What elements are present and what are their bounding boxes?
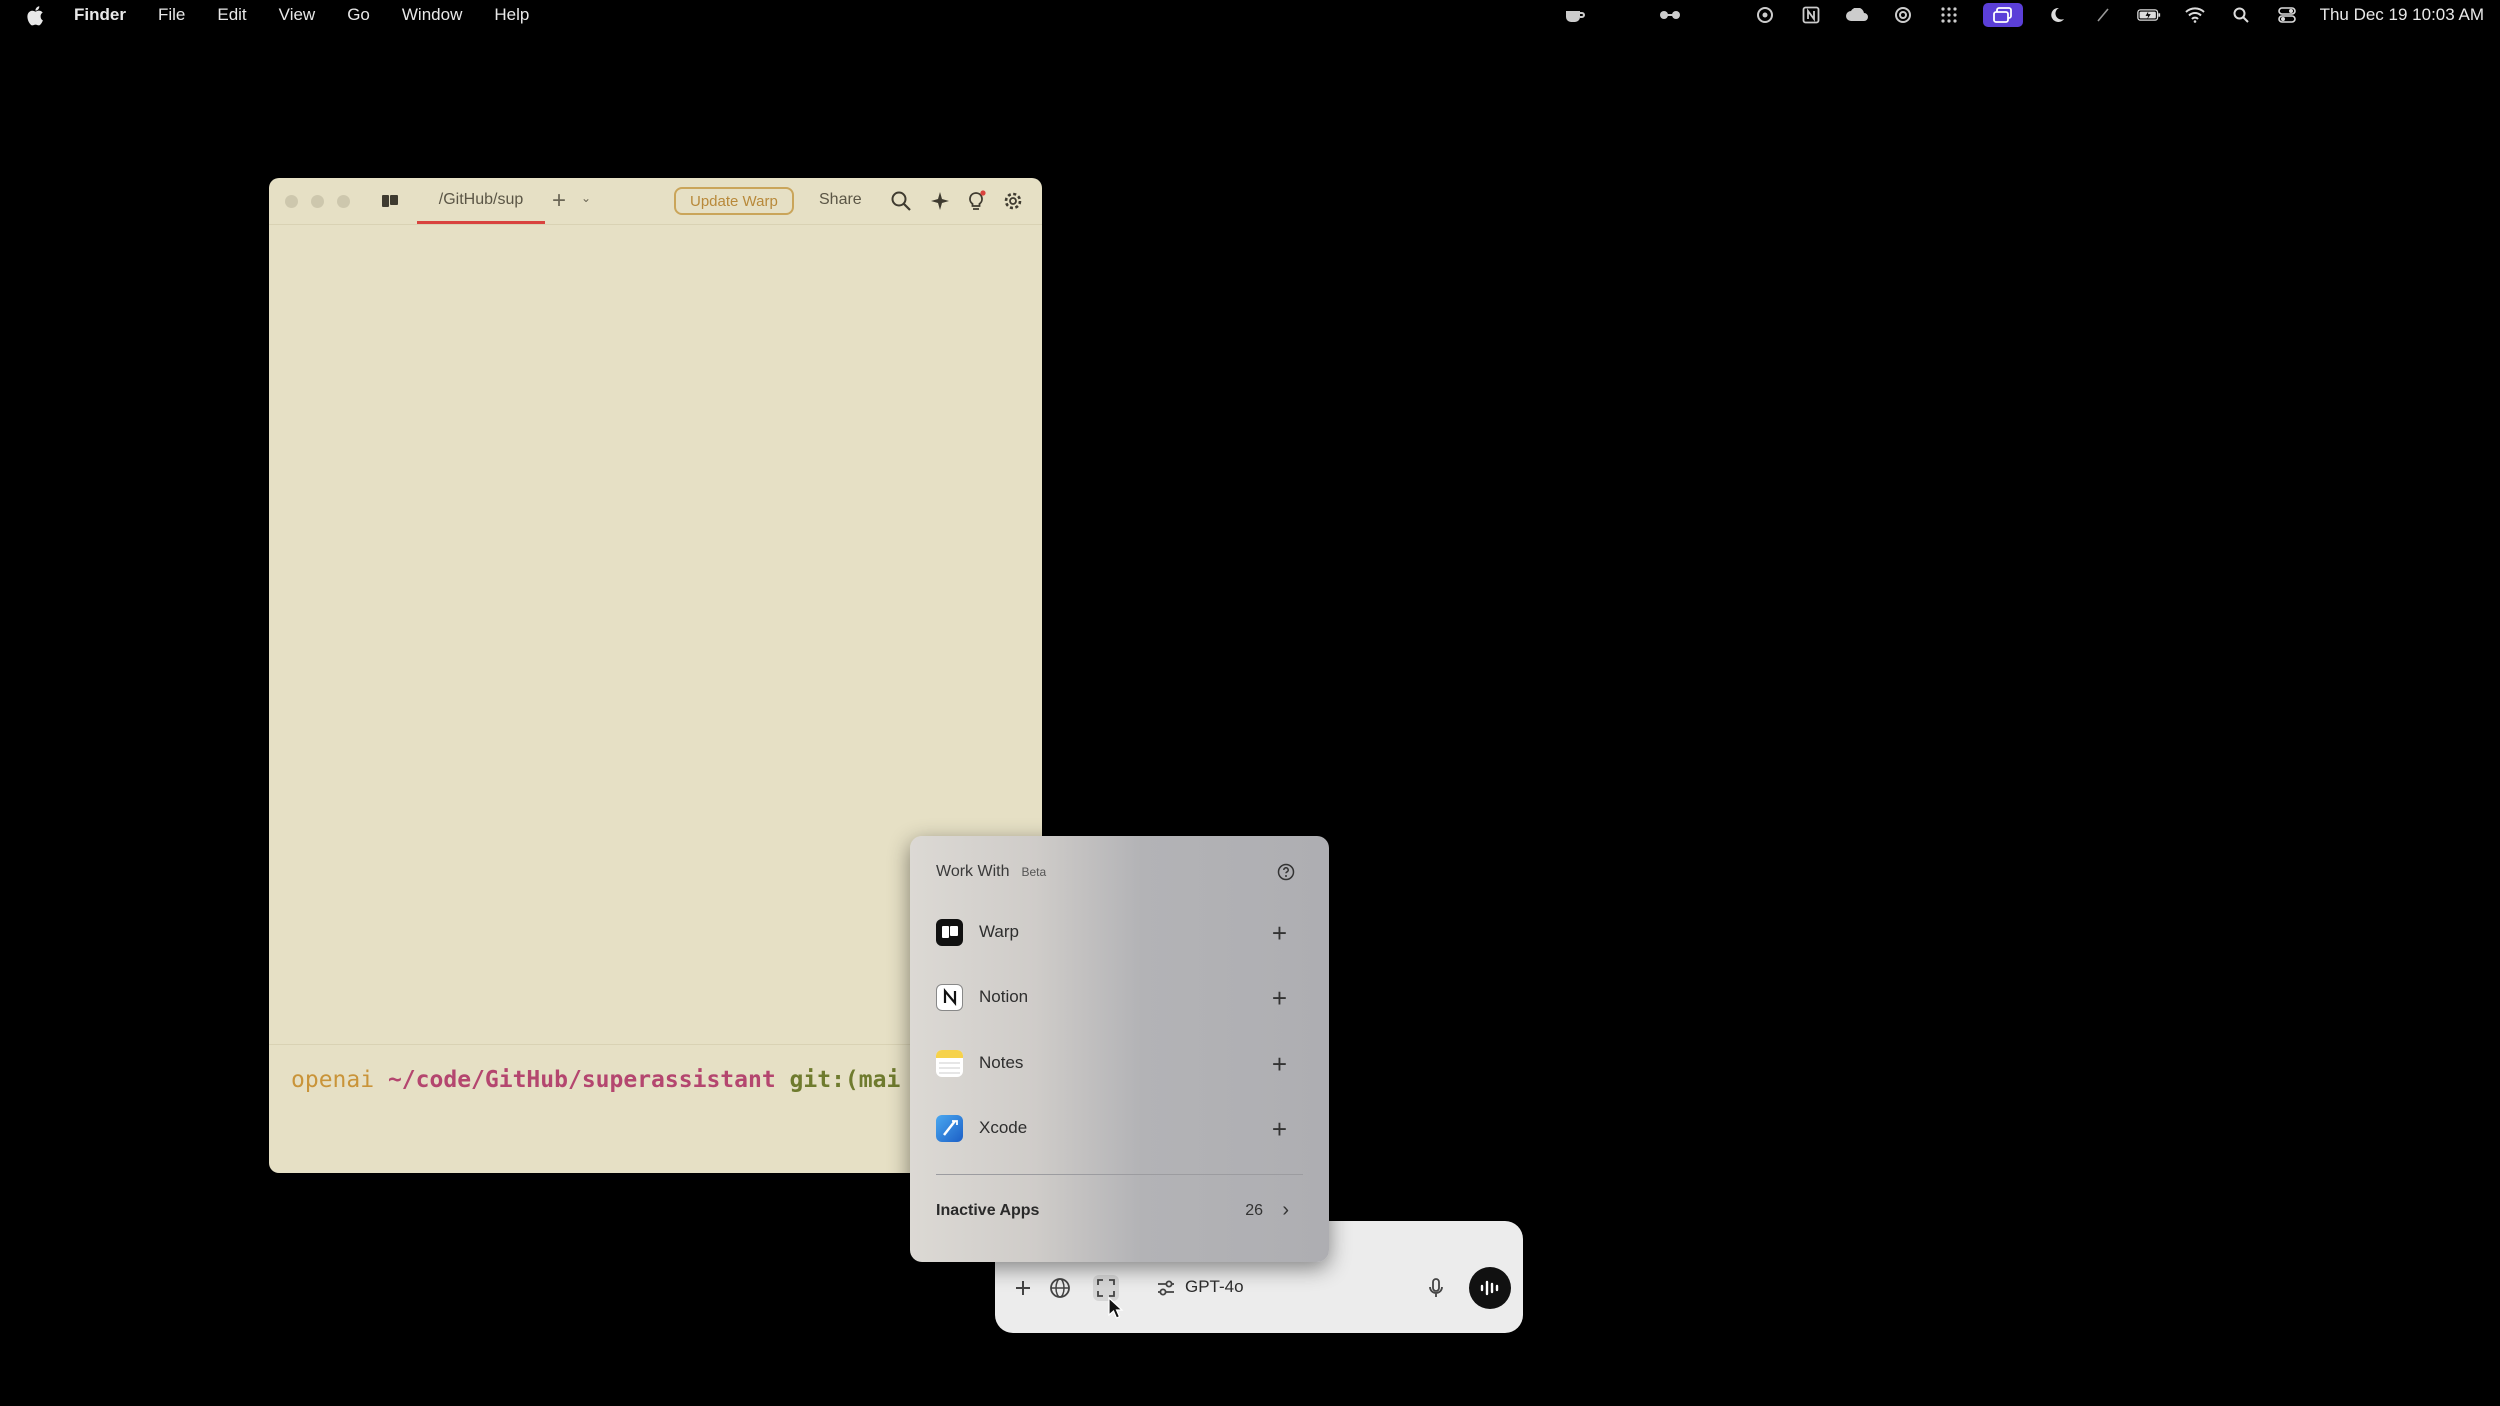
search-icon[interactable] [890, 190, 912, 212]
prompt-git-branch: git:(mai [789, 1067, 901, 1093]
lightbulb-icon[interactable] [965, 190, 987, 212]
add-notes-button[interactable]: + [1272, 1049, 1287, 1080]
add-xcode-button[interactable]: + [1272, 1114, 1287, 1145]
app-row-notes[interactable]: Notes + [936, 1043, 1301, 1083]
tab-title: /GitHub/sup [438, 190, 524, 208]
menu-bar: Finder File Edit View Go Window Help Thu… [0, 0, 2500, 30]
battery-icon[interactable] [2136, 5, 2161, 25]
menu-edit[interactable]: Edit [217, 5, 246, 25]
slash-icon[interactable] [2091, 5, 2115, 25]
update-warp-button[interactable]: Update Warp [674, 187, 794, 215]
at-sign-icon[interactable] [1891, 5, 1915, 25]
moon-icon[interactable] [2045, 5, 2069, 25]
screen-mirroring-icon[interactable] [1982, 3, 2023, 27]
new-tab-button[interactable]: + [552, 187, 566, 215]
microphone-icon[interactable] [1423, 1275, 1449, 1301]
warp-icon [936, 918, 963, 946]
work-with-popover: Work With Beta Warp + Notion + Notes + X… [910, 836, 1329, 1262]
status-area: Thu Dec 19 10:03 AM [1552, 0, 2500, 30]
app-name: Notes [979, 1053, 1024, 1072]
app-name: Warp [979, 922, 1019, 941]
inactive-apps-link[interactable]: Inactive Apps [936, 1202, 1039, 1220]
inactive-apps-count: 26 [1245, 1202, 1263, 1219]
warp-drive-icon[interactable] [381, 193, 399, 209]
menu-help[interactable]: Help [494, 5, 529, 25]
close-button[interactable] [285, 194, 298, 208]
prompt-user: openai [291, 1067, 375, 1093]
popover-header: Work With Beta [936, 863, 1046, 881]
app-name: Xcode [979, 1118, 1028, 1137]
apple-menu-icon[interactable] [26, 4, 46, 26]
chevron-down-icon[interactable]: ⌄ [581, 191, 591, 205]
menu-go[interactable]: Go [347, 5, 370, 25]
xcode-icon [936, 1114, 963, 1142]
model-settings-icon[interactable] [1153, 1275, 1179, 1301]
shell-prompt: openai ~/code/GitHub/superassistant git:… [291, 1067, 900, 1093]
control-center-icon[interactable] [2275, 5, 2299, 25]
mouse-cursor-icon [1108, 1296, 1124, 1324]
notes-icon [936, 1049, 963, 1077]
sparkle-ai-icon[interactable] [929, 190, 951, 212]
app-row-warp[interactable]: Warp + [936, 912, 1301, 952]
coffee-icon[interactable] [1563, 5, 1587, 25]
globe-icon[interactable] [1047, 1275, 1073, 1301]
add-warp-button[interactable]: + [1272, 918, 1287, 949]
app-row-xcode[interactable]: Xcode + [936, 1108, 1301, 1148]
tab-current[interactable]: /GitHub/sup [417, 178, 545, 224]
menu-clock[interactable]: Thu Dec 19 10:03 AM [2320, 5, 2484, 25]
add-attachment-button[interactable] [1010, 1275, 1036, 1301]
search-icon[interactable] [2229, 5, 2253, 25]
cloud-icon[interactable] [1845, 5, 1869, 25]
window-controls [285, 194, 363, 208]
beta-badge: Beta [1021, 865, 1047, 879]
wifi-icon[interactable] [2183, 5, 2207, 25]
chevron-right-icon[interactable]: › [1282, 1199, 1289, 1222]
grid-icon[interactable] [1937, 5, 1961, 25]
menu-file[interactable]: File [158, 5, 185, 25]
voice-mode-button[interactable] [1469, 1267, 1511, 1309]
menu-window[interactable]: Window [402, 5, 462, 25]
add-notion-button[interactable]: + [1272, 983, 1287, 1014]
menu-view[interactable]: View [279, 5, 316, 25]
notion-icon [936, 983, 963, 1011]
share-button[interactable]: Share [819, 191, 862, 209]
help-icon[interactable] [1277, 863, 1295, 881]
popover-title: Work With [936, 863, 1010, 880]
app-name: Notion [979, 987, 1029, 1006]
minimize-button[interactable] [311, 194, 324, 208]
gear-icon[interactable] [1002, 190, 1024, 212]
glasses-icon[interactable] [1658, 5, 1682, 25]
prompt-path: ~/code/GitHub/superassistant [387, 1067, 776, 1093]
menu-app-finder[interactable]: Finder [74, 5, 126, 25]
app-row-notion[interactable]: Notion + [936, 977, 1301, 1017]
notion-icon[interactable] [1799, 5, 1823, 25]
chatgpt-icon[interactable] [1753, 5, 1777, 25]
zoom-button[interactable] [337, 194, 350, 208]
divider [936, 1174, 1303, 1175]
model-selector[interactable]: GPT-4o [1185, 1277, 1244, 1297]
